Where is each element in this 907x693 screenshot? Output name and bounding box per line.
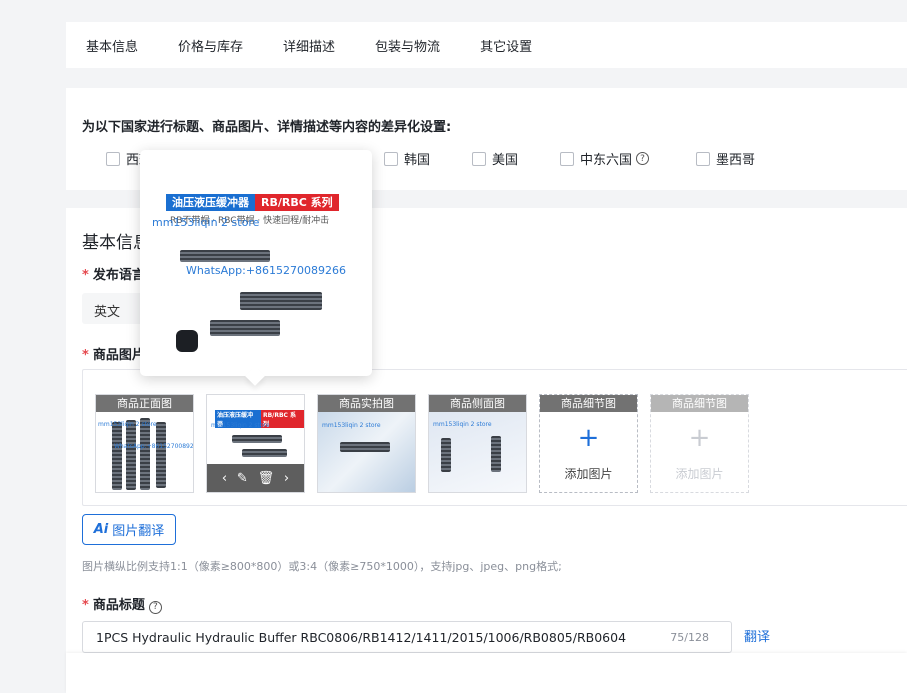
product-thumbnail: mm153liqin 2 store WhatsApp:+86152700892… xyxy=(96,412,194,492)
image-upload-area: 商品正面图 mm153liqin 2 store WhatsApp:+86152… xyxy=(82,369,907,506)
image-slot-detail-add[interactable]: 商品细节图 + 添加图片 xyxy=(539,394,638,493)
shock-absorber-image xyxy=(491,436,501,472)
footer-strip xyxy=(66,653,907,693)
label-text: 发布语言 xyxy=(92,268,145,283)
title-translate-link[interactable]: 翻译 xyxy=(744,626,770,645)
slot-label: 商品侧面图 xyxy=(429,395,526,412)
required-mark: * xyxy=(82,268,89,283)
tab-packaging[interactable]: 包装与物流 xyxy=(375,36,440,55)
slot-label: 商品细节图 xyxy=(651,395,748,412)
plus-icon: + xyxy=(577,423,600,453)
watermark: mm153liqin 2 store xyxy=(98,421,157,428)
watermark-app: WhatsApp:+8615270089266 xyxy=(186,264,347,277)
ai-icon: Ai xyxy=(93,522,109,537)
help-icon[interactable]: ? xyxy=(148,600,162,614)
label-text: 商品标题 xyxy=(92,598,145,613)
product-images-label: * 商品图片 xyxy=(82,344,145,363)
shock-absorber-image xyxy=(210,320,280,336)
label-text: 商品图片 xyxy=(92,348,145,363)
image-preview-popover: 油压液压缓冲器 RB/RBC 系列 RB不带帽 · RBC带帽 · 快速回程/耐… xyxy=(140,150,372,386)
plus-icon: + xyxy=(688,423,711,453)
country-label: 韩国 xyxy=(404,153,431,168)
country-label: 中东六国 xyxy=(580,153,633,168)
char-counter: 75/128 xyxy=(670,631,709,644)
tab-description[interactable]: 详细描述 xyxy=(283,36,335,55)
checkbox[interactable] xyxy=(696,151,710,166)
publish-language-label: * 发布语言 xyxy=(82,264,145,283)
slot-label: 商品正面图 xyxy=(96,395,193,412)
banner-right: RB/RBC 系列 xyxy=(255,194,339,211)
watermark: mm153liqin 2 store xyxy=(322,422,381,429)
country-label: 美国 xyxy=(492,153,519,168)
product-thumbnail: mm153liqin 2 store xyxy=(429,412,526,492)
banner-left: 油压液压缓冲器 xyxy=(166,194,255,211)
shock-absorber-image xyxy=(126,420,136,490)
help-icon[interactable]: ? xyxy=(636,152,650,165)
watermark: mm153liqin 2 store xyxy=(211,422,270,429)
slot-label: 商品实拍图 xyxy=(318,395,415,412)
button-label: 图片翻译 xyxy=(112,524,165,539)
image-slot-front-2[interactable]: 油压液压缓冲器 RB/RBC 系列 mm153liqin 2 store ‹ ✎ … xyxy=(206,394,305,493)
image-format-hint: 图片横纵比例支持1:1（像素≥800*800）或3:4（像素≥750*1000）… xyxy=(82,560,562,573)
country-label: 墨西哥 xyxy=(716,153,756,168)
shock-absorber-image xyxy=(140,418,150,490)
shock-absorber-image xyxy=(180,250,270,262)
watermark: WhatsApp:+8615270089266 xyxy=(114,443,194,450)
checkbox[interactable] xyxy=(560,151,574,166)
tab-other-settings[interactable]: 其它设置 xyxy=(480,36,532,55)
checkbox[interactable] xyxy=(472,151,486,166)
image-slot-real-shot[interactable]: 商品实拍图 mm153liqin 2 store xyxy=(317,394,416,493)
country-option-middle-east[interactable]: 中东六国? xyxy=(560,149,650,168)
image-slot-front[interactable]: 商品正面图 mm153liqin 2 store WhatsApp:+86152… xyxy=(95,394,194,493)
country-settings-heading: 为以下国家进行标题、商品图片、详情描述等内容的差异化设置: xyxy=(82,120,452,135)
watermark: mm153liqin 2 store xyxy=(433,421,492,428)
add-image-text: 添加图片 xyxy=(675,467,724,481)
checkbox[interactable] xyxy=(384,151,398,166)
move-right-icon[interactable]: › xyxy=(284,471,289,486)
shock-absorber-image xyxy=(242,449,287,457)
product-title-input[interactable]: 1PCS Hydraulic Hydraulic Buffer RBC0806/… xyxy=(82,621,732,653)
country-option-usa[interactable]: 美国 xyxy=(472,149,518,168)
shock-absorber-image xyxy=(156,422,166,488)
delete-icon[interactable]: 🗑 xyxy=(258,471,275,486)
image-action-bar: ‹ ✎ 🗑 › xyxy=(207,464,304,492)
checkbox[interactable] xyxy=(106,151,120,166)
tab-price-stock[interactable]: 价格与库存 xyxy=(178,36,243,55)
product-thumbnail: mm153liqin 2 store xyxy=(318,412,415,492)
required-mark: * xyxy=(82,348,89,363)
slot-label: 商品细节图 xyxy=(540,395,637,412)
tab-bar: 基本信息 价格与库存 详细描述 包装与物流 其它设置 xyxy=(66,22,907,68)
preview-banner: 油压液压缓冲器 RB/RBC 系列 xyxy=(166,194,339,211)
shock-absorber-image xyxy=(340,442,390,452)
rubber-cap-image xyxy=(176,330,198,352)
add-image-text: 添加图片 xyxy=(564,467,613,481)
shock-absorber-image xyxy=(232,435,282,443)
image-slot-side[interactable]: 商品侧面图 mm153liqin 2 store xyxy=(428,394,527,493)
product-title-label: * 商品标题? xyxy=(82,594,162,614)
image-translate-button[interactable]: Ai 图片翻译 xyxy=(82,514,176,545)
move-left-icon[interactable]: ‹ xyxy=(222,471,227,486)
shock-absorber-image xyxy=(240,292,322,310)
edit-icon[interactable]: ✎ xyxy=(237,471,248,486)
watermark-store: mm153liqin 2 store xyxy=(152,216,260,229)
tab-basic-info[interactable]: 基本信息 xyxy=(86,36,138,55)
country-option-korea[interactable]: 韩国 xyxy=(384,149,430,168)
country-option-mexico[interactable]: 墨西哥 xyxy=(696,149,755,168)
title-value: 1PCS Hydraulic Hydraulic Buffer RBC0806/… xyxy=(96,630,627,645)
required-mark: * xyxy=(82,598,89,613)
shock-absorber-image xyxy=(441,438,451,472)
image-slot-detail-add-disabled: 商品细节图 + 添加图片 xyxy=(650,394,749,493)
shock-absorber-image xyxy=(112,422,122,490)
